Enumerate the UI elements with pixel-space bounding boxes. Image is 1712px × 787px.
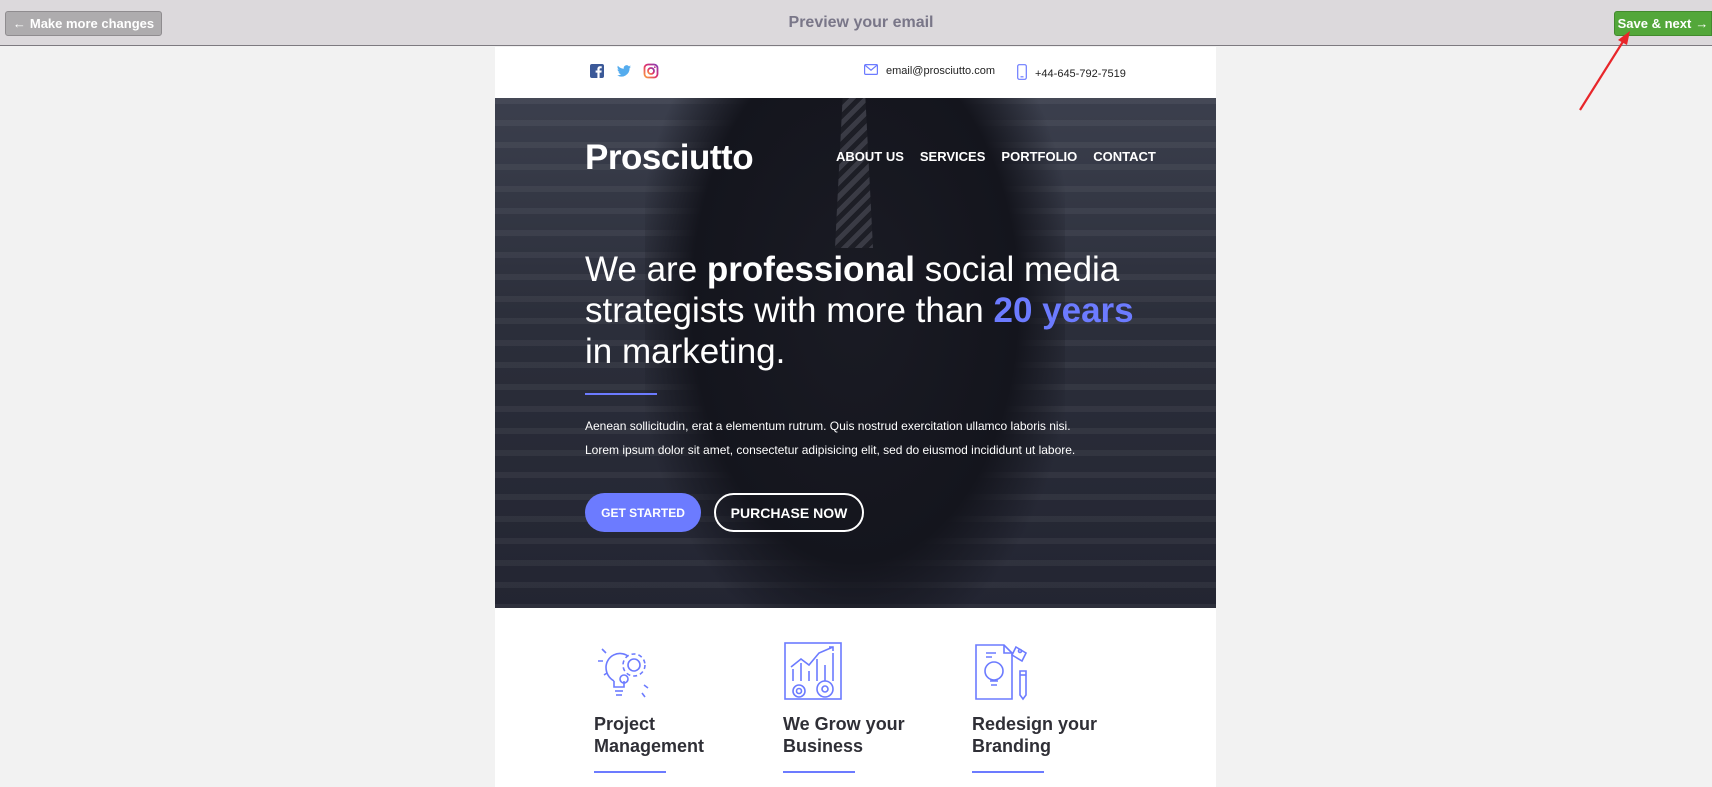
main-nav: ABOUT US SERVICES PORTFOLIO CONTACT [836,149,1156,164]
save-and-next-label: Save & next [1617,16,1692,31]
instagram-icon[interactable] [643,63,659,79]
facebook-icon[interactable] [589,63,605,79]
feature-grow-business: We Grow your Business [783,641,953,773]
get-started-button[interactable]: GET STARTED [585,493,701,532]
nav-item-services[interactable]: SERVICES [920,149,986,164]
contact-phone-text[interactable]: +44-645-792-7519 [1035,68,1126,80]
feature-title: Redesign your Branding [972,713,1142,757]
headline-bold: professional [706,250,916,289]
hero-body-line-2: Lorem ipsum dolor sit amet, consectetur … [585,443,1076,457]
feature-project-management: Project Management [594,641,764,773]
feature-title: We Grow your Business [783,713,953,757]
feature-divider [972,771,1044,773]
contact-email-text[interactable]: email@prosciutto.com [886,65,995,77]
purchase-now-button[interactable]: PURCHASE NOW [714,493,864,532]
headline-accent: 20 years [993,291,1134,330]
email-info-bar: email@prosciutto.com +44-645-792-7519 [495,47,1216,98]
feature-title-line1: Project [594,714,656,734]
feature-redesign-branding: Redesign your Branding [972,641,1142,773]
contact-phone: +44-645-792-7519 [1017,64,1126,83]
lightbulb-gears-icon [594,641,654,701]
feature-title: Project Management [594,713,764,757]
features-section: Project Management We Grow your Business [495,608,1216,787]
nav-item-about-us[interactable]: ABOUT US [836,149,904,164]
hero-section: Prosciutto ABOUT US SERVICES PORTFOLIO C… [495,98,1216,608]
hero-body-text: Aenean sollicitudin, erat a elementum ru… [585,414,1165,462]
feature-divider [783,771,855,773]
chart-gears-icon [783,641,843,701]
headline-part1: We are [585,250,707,289]
preview-toolbar: ← Make more changes Preview your email S… [0,0,1712,46]
brand-logo[interactable]: Prosciutto [585,138,754,178]
feature-title-line1: Redesign your [972,714,1098,734]
document-idea-icon [972,641,1032,701]
feature-title-line2: Branding [972,736,1051,756]
email-preview: email@prosciutto.com +44-645-792-7519 Pr… [495,47,1216,787]
save-and-next-button[interactable]: Save & next → [1614,11,1712,36]
hero-body-line-1: Aenean sollicitudin, erat a elementum ru… [585,419,1071,433]
twitter-icon[interactable] [616,63,632,79]
feature-divider [594,771,666,773]
feature-title-line2: Business [783,736,864,756]
feature-title-line2: Management [594,736,705,756]
hero-headline: We are professional social media strateg… [585,249,1145,372]
phone-icon [1017,64,1027,83]
feature-title-line1: We Grow your [783,714,905,734]
social-links [589,63,659,79]
page-title: Preview your email [788,14,934,31]
contact-email: email@prosciutto.com [864,64,995,78]
envelope-icon [864,64,879,78]
nav-item-portfolio[interactable]: PORTFOLIO [1001,149,1077,164]
headline-part3: in marketing. [585,332,786,371]
nav-item-contact[interactable]: CONTACT [1093,149,1156,164]
hero-divider [585,393,657,395]
arrow-right-icon: → [1695,16,1709,31]
